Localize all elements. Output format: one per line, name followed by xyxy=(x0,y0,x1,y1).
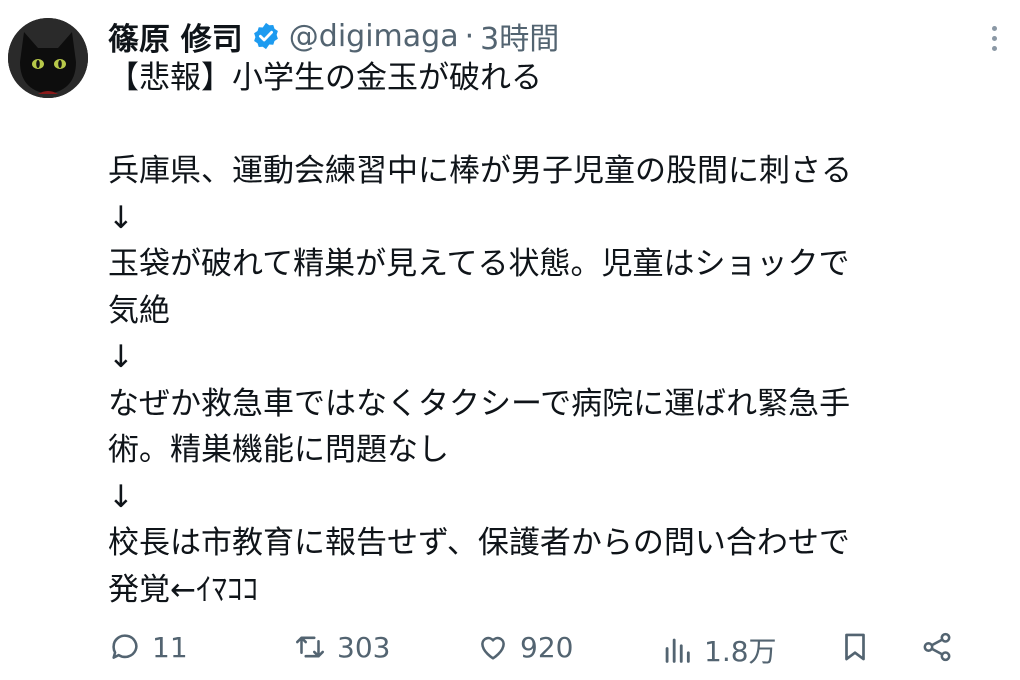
bookmark-button[interactable] xyxy=(838,630,872,664)
views-icon xyxy=(665,638,690,663)
tweet-line: 気絶 xyxy=(108,292,170,329)
share-button[interactable] xyxy=(920,630,954,664)
tweet-text: 【悲報】小学生の金玉が破れる 兵庫県、運動会練習中に棒が男子児童の股間に刺さる … xyxy=(108,55,1003,613)
tweet-line: 玉袋が破れて精巣が見えてる状態。児童はショックで xyxy=(108,246,850,282)
reply-button[interactable]: 11 xyxy=(108,630,188,664)
tweet-line: 校長は市教育に報告せず、保護者からの問い合わせで xyxy=(108,525,850,561)
like-count: 920 xyxy=(520,630,574,664)
timestamp[interactable]: 3時間 xyxy=(480,14,559,58)
separator: · xyxy=(464,18,475,54)
tweet-line: 術。精巣機能に問題なし xyxy=(108,432,449,468)
tweet-line: ↓ xyxy=(108,478,134,515)
views-count: 1.8万 xyxy=(704,635,777,668)
tweet-line: なぜか救急車ではなくタクシーで病院に運ばれ緊急手 xyxy=(108,385,851,422)
display-name[interactable]: 篠原 修司 xyxy=(108,14,243,59)
action-bar: 11 303 920 1.8万 xyxy=(108,622,968,672)
bookmark-icon xyxy=(845,633,865,661)
tweet-line: 【悲報】小学生の金玉が破れる xyxy=(108,60,542,96)
tweet-line: 兵庫県、運動会練習中に棒が男子児童の股間に刺さる xyxy=(108,153,852,189)
like-button[interactable]: 920 xyxy=(476,630,573,664)
tweet-line xyxy=(108,102,1003,149)
user-handle[interactable]: @digimaga xyxy=(289,19,459,54)
retweet-button[interactable]: 303 xyxy=(293,630,390,664)
avatar[interactable] xyxy=(8,18,88,98)
tweet-line: ↓ xyxy=(108,339,134,375)
more-icon[interactable] xyxy=(984,18,1004,58)
tweet-line: ↓ xyxy=(108,199,134,236)
tweet-line: 発覚←ｲﾏｺｺ xyxy=(108,571,258,608)
like-icon xyxy=(481,636,505,660)
retweet-count: 303 xyxy=(337,630,391,664)
verified-badge-icon xyxy=(251,21,281,51)
retweet-icon xyxy=(295,636,325,658)
reply-icon xyxy=(112,634,138,659)
reply-count: 11 xyxy=(152,630,188,664)
views-button[interactable]: 1.8万 xyxy=(660,630,777,670)
share-icon xyxy=(923,632,951,662)
